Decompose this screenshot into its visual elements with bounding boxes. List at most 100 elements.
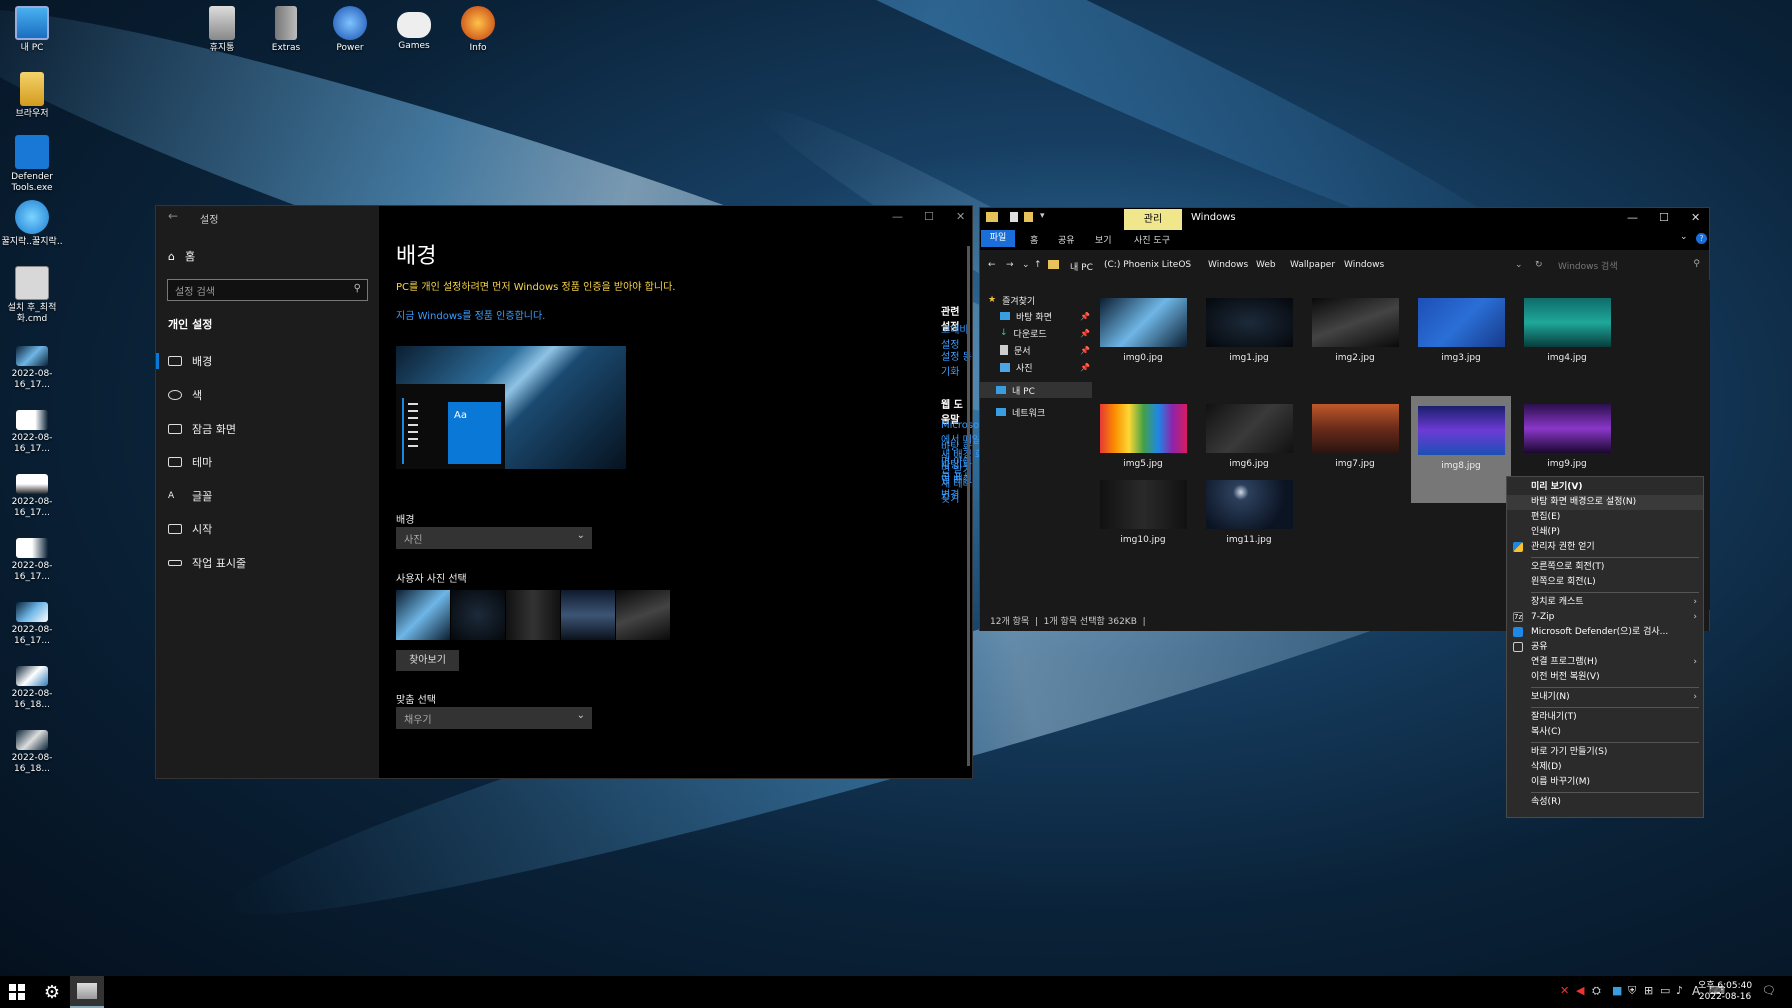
recent-picture-thumb[interactable] bbox=[451, 590, 505, 640]
breadcrumb-item[interactable]: Windows bbox=[1208, 260, 1248, 270]
nav-downloads[interactable]: ↓ 다운로드 bbox=[1000, 325, 1047, 341]
tray-network-icon[interactable]: ▭ bbox=[1660, 984, 1670, 997]
nav-fonts[interactable]: A 글꼴 bbox=[156, 481, 379, 511]
properties-icon[interactable] bbox=[1010, 212, 1018, 222]
explorer-search-input[interactable]: Windows 검색 ⚲ bbox=[1552, 255, 1706, 276]
recent-picture-thumb[interactable] bbox=[506, 590, 560, 640]
desktop-icon-my-pc[interactable]: 내 PC bbox=[0, 6, 64, 54]
nav-lock-screen[interactable]: 잠금 화면 bbox=[156, 414, 379, 444]
help-icon[interactable]: ? bbox=[1696, 233, 1707, 244]
recent-picture-thumb[interactable] bbox=[561, 590, 615, 640]
menu-item-send-to[interactable]: 보내기(N) › bbox=[1507, 690, 1703, 705]
maximize-button[interactable]: ☐ bbox=[1659, 211, 1669, 224]
nav-color[interactable]: 색 bbox=[156, 380, 379, 410]
minimize-button[interactable]: — bbox=[892, 210, 903, 223]
menu-item-cut[interactable]: 잘라내기(T) bbox=[1507, 710, 1703, 725]
file-tile[interactable]: img7.jpg bbox=[1305, 404, 1405, 469]
desktop-icon-screenshot[interactable]: 2022-08-16_17... bbox=[0, 532, 64, 583]
close-button[interactable]: ✕ bbox=[956, 210, 965, 223]
settings-gear-icon[interactable]: ⚙ bbox=[36, 976, 68, 1008]
desktop-icon-power[interactable]: Power bbox=[318, 6, 382, 54]
file-tile[interactable]: img10.jpg bbox=[1093, 480, 1193, 545]
browse-button[interactable]: 찾아보기 bbox=[396, 650, 459, 671]
new-folder-icon[interactable] bbox=[1024, 212, 1033, 222]
nav-themes[interactable]: 테마 bbox=[156, 447, 379, 477]
customize-qat-icon[interactable]: ▾ bbox=[1040, 211, 1045, 221]
up-arrow-icon[interactable]: ↑ bbox=[1034, 260, 1042, 270]
file-tile[interactable]: img5.jpg bbox=[1093, 404, 1193, 469]
desktop-icon-screenshot[interactable]: 2022-08-16_17... bbox=[0, 404, 64, 455]
tray-windows-icon[interactable]: ⊞ bbox=[1644, 984, 1653, 997]
menu-item-restore-versions[interactable]: 이전 버전 복원(V) bbox=[1507, 670, 1703, 685]
file-tile[interactable]: img2.jpg bbox=[1305, 298, 1405, 363]
desktop-icon-recycle-bin[interactable]: 휴지통 bbox=[190, 6, 254, 54]
desktop-icon-screenshot[interactable]: 2022-08-16_18... bbox=[0, 660, 64, 711]
refresh-icon[interactable]: ↻ bbox=[1535, 260, 1543, 270]
file-tile[interactable]: img0.jpg bbox=[1093, 298, 1193, 363]
file-tile[interactable]: img6.jpg bbox=[1199, 404, 1299, 469]
tab-picture-tools[interactable]: 사진 도구 bbox=[1134, 233, 1170, 246]
recent-picture-thumb[interactable] bbox=[396, 590, 450, 640]
taskbar-clock[interactable]: 오후 6:05:40 2022-08-16 bbox=[1698, 981, 1752, 1003]
tray-security-icon[interactable]: ✕ bbox=[1560, 984, 1569, 997]
nav-this-pc[interactable]: 내 PC bbox=[980, 382, 1092, 398]
menu-item-copy[interactable]: 복사(C) bbox=[1507, 725, 1703, 740]
menu-item-take-ownership[interactable]: 관리자 권한 얻기 bbox=[1507, 540, 1703, 555]
address-dropdown-icon[interactable]: ⌄ bbox=[1515, 260, 1523, 270]
tray-shield-icon[interactable]: ⛨ bbox=[1628, 984, 1636, 998]
desktop-icon-browser[interactable]: 브라우저 bbox=[0, 72, 64, 120]
tab-share[interactable]: 공유 bbox=[1058, 233, 1075, 246]
nav-taskbar[interactable]: 작업 표시줄 bbox=[156, 548, 379, 578]
desktop-icon-extras[interactable]: Extras bbox=[254, 6, 318, 54]
file-tile[interactable]: img11.jpg bbox=[1199, 480, 1299, 545]
menu-item-open-with[interactable]: 연결 프로그램(H) › bbox=[1507, 655, 1703, 670]
recent-picture-thumb[interactable] bbox=[616, 590, 670, 640]
menu-item-print[interactable]: 인쇄(P) bbox=[1507, 525, 1703, 540]
tray-alert-icon[interactable]: ◀ bbox=[1576, 984, 1584, 997]
settings-search-input[interactable]: 설정 검색 ⚲ bbox=[167, 279, 368, 301]
tray-defender-icon[interactable]: ■ bbox=[1612, 984, 1622, 997]
fit-dropdown[interactable]: 채우기 ⌄ bbox=[396, 707, 592, 729]
tray-volume-icon[interactable]: ♪ bbox=[1676, 984, 1683, 997]
notification-icon[interactable]: 🗨 bbox=[1762, 984, 1776, 997]
desktop-icon-screenshot[interactable]: 2022-08-16_17... bbox=[0, 596, 64, 647]
manage-tab[interactable]: 관리 bbox=[1124, 209, 1182, 230]
back-arrow-icon[interactable]: ← bbox=[988, 260, 996, 270]
menu-item-rotate-left[interactable]: 왼쪽으로 회전(L) bbox=[1507, 575, 1703, 590]
desktop-icon-defender[interactable]: Defender Tools.exe bbox=[0, 135, 64, 194]
menu-item-cast[interactable]: 장치로 캐스트 › bbox=[1507, 595, 1703, 610]
nav-quick-access[interactable]: ★ 즐겨찾기 bbox=[988, 292, 1035, 308]
file-tile[interactable]: img3.jpg bbox=[1411, 298, 1511, 363]
breadcrumb-item[interactable]: Windows bbox=[1344, 260, 1384, 270]
nav-pictures[interactable]: 사진 bbox=[1000, 359, 1033, 375]
file-tile[interactable]: img9.jpg bbox=[1517, 404, 1617, 469]
menu-item-share[interactable]: 공유 bbox=[1507, 640, 1703, 655]
file-explorer-taskbar-button[interactable] bbox=[70, 976, 104, 1008]
tray-language-icon[interactable]: ⛭ bbox=[1592, 984, 1601, 998]
file-tile[interactable]: img4.jpg bbox=[1517, 298, 1617, 363]
recent-locations-icon[interactable]: ⌄ bbox=[1022, 260, 1030, 270]
desktop-icon-screenshot[interactable]: 2022-08-16_17... bbox=[0, 468, 64, 519]
tab-file[interactable]: 파일 bbox=[981, 230, 1015, 247]
desktop-icon-info[interactable]: Info bbox=[446, 6, 510, 54]
desktop-icon-cmd[interactable]: 설치 후_최적화.cmd bbox=[0, 266, 64, 325]
menu-item-properties[interactable]: 속성(R) bbox=[1507, 795, 1703, 810]
menu-item-rename[interactable]: 이름 바꾸기(M) bbox=[1507, 775, 1703, 790]
nav-desktop[interactable]: 바탕 화면 bbox=[1000, 308, 1052, 324]
file-tile[interactable]: img1.jpg bbox=[1199, 298, 1299, 363]
start-button[interactable] bbox=[0, 976, 34, 1008]
breadcrumb-item[interactable]: Web bbox=[1256, 260, 1276, 270]
back-arrow-icon[interactable]: ← bbox=[168, 209, 178, 223]
nav-start[interactable]: 시작 bbox=[156, 514, 379, 544]
menu-item-create-shortcut[interactable]: 바로 가기 만들기(S) bbox=[1507, 745, 1703, 760]
menu-item-defender-scan[interactable]: Microsoft Defender(으)로 검사... bbox=[1507, 625, 1703, 640]
nav-background[interactable]: 배경 bbox=[156, 346, 379, 376]
tab-home[interactable]: 홈 bbox=[1030, 233, 1038, 246]
nav-network[interactable]: 네트워크 bbox=[996, 404, 1045, 420]
menu-item-rotate-right[interactable]: 오른쪽으로 회전(T) bbox=[1507, 560, 1703, 575]
nav-documents[interactable]: 문서 bbox=[1000, 342, 1031, 358]
menu-item-7zip[interactable]: 7z 7-Zip › bbox=[1507, 610, 1703, 625]
breadcrumb-item[interactable]: 내 PC bbox=[1070, 260, 1093, 273]
background-type-dropdown[interactable]: 사진 ⌄ bbox=[396, 527, 592, 549]
desktop-icon-screenshot[interactable]: 2022-08-16_17... bbox=[0, 340, 64, 391]
